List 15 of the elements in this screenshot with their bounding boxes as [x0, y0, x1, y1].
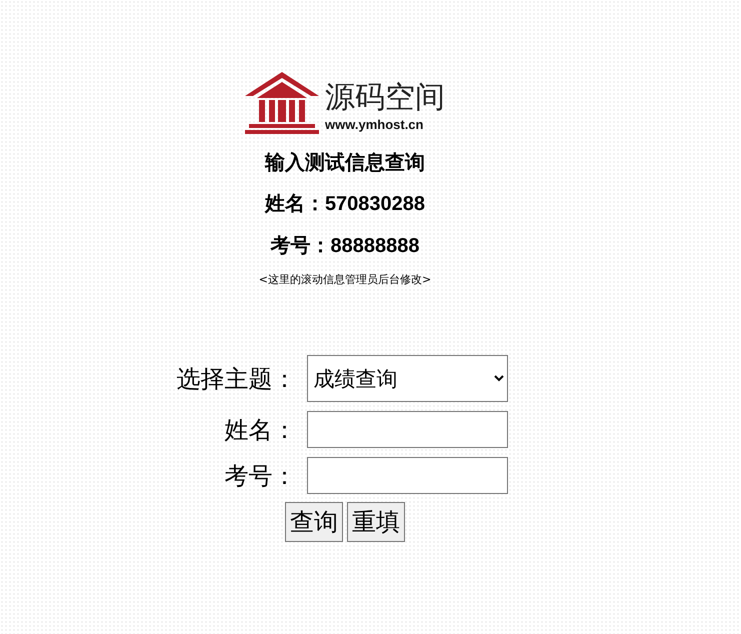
scroll-notice: <这里的滚动信息管理员后台修改>: [258, 272, 432, 287]
field-label: 选择主题：: [176, 364, 296, 394]
input-field[interactable]: [306, 411, 508, 448]
topic-select[interactable]: 成绩查询: [306, 355, 508, 402]
form-button[interactable]: 重填: [347, 502, 405, 542]
logo-url: www.ymhost.cn: [325, 116, 424, 134]
building-logo-icon: [245, 72, 319, 134]
field-label: 考号：: [224, 460, 296, 492]
info-line: 姓名：570830288: [264, 192, 426, 217]
page-heading: 输入测试信息查询: [265, 149, 425, 176]
field-label: 姓名：: [224, 414, 296, 446]
form-button[interactable]: 查询: [285, 502, 343, 542]
info-line: 考号：88888888: [270, 234, 420, 259]
input-field[interactable]: [306, 457, 508, 494]
logo-name: 源码空间: [325, 80, 445, 116]
